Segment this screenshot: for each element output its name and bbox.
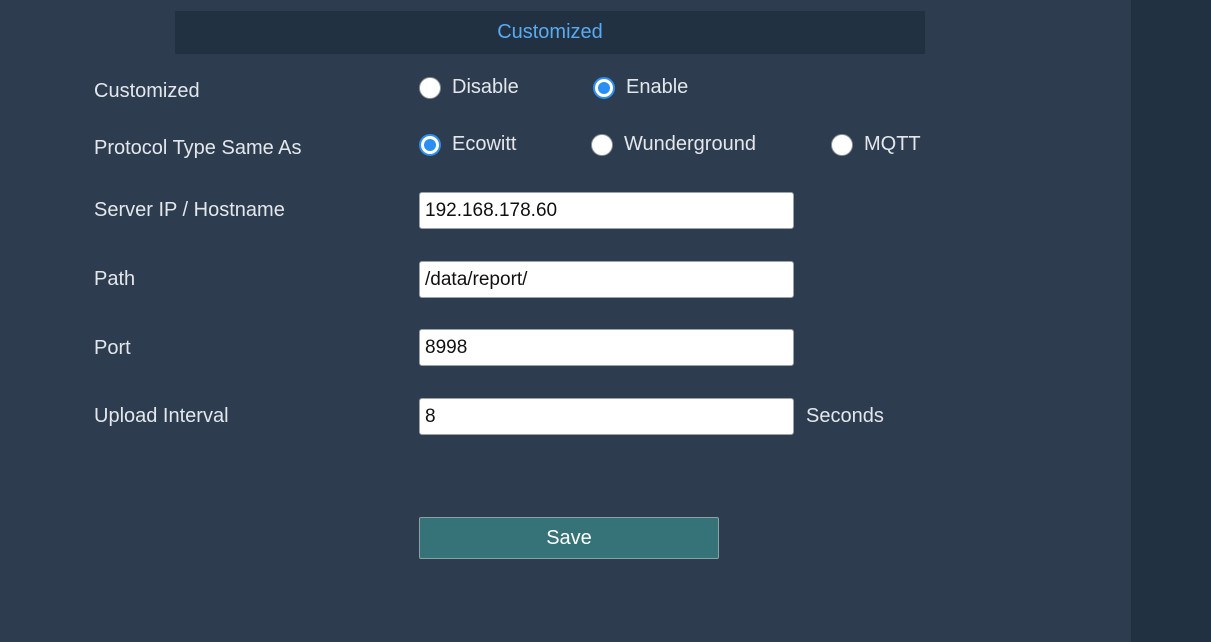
- section-title: Customized: [497, 21, 603, 43]
- protocol-ecowitt-label: Ecowitt: [452, 133, 517, 155]
- customized-enable-option[interactable]: Enable: [593, 76, 688, 99]
- protocol-mqtt-radio[interactable]: [831, 133, 853, 156]
- protocol-label: Protocol Type Same As: [94, 137, 302, 159]
- protocol-wunderground-label: Wunderground: [624, 133, 756, 155]
- protocol-mqtt-label: MQTT: [864, 133, 921, 155]
- interval-label: Upload Interval: [94, 405, 229, 427]
- protocol-ecowitt-option[interactable]: Ecowitt: [419, 133, 516, 156]
- customized-enable-label: Enable: [626, 76, 689, 98]
- customized-disable-radio[interactable]: [419, 76, 441, 99]
- interval-input[interactable]: [419, 398, 794, 435]
- customized-disable-option[interactable]: Disable: [419, 76, 519, 99]
- server-label: Server IP / Hostname: [94, 199, 285, 221]
- path-label: Path: [94, 268, 136, 290]
- server-input[interactable]: [419, 192, 794, 229]
- save-button[interactable]: Save: [419, 517, 719, 559]
- protocol-mqtt-option[interactable]: MQTT: [831, 133, 921, 156]
- section-header: Customized: [175, 11, 925, 54]
- customized-label: Customized: [94, 80, 200, 102]
- path-input[interactable]: [419, 261, 794, 298]
- protocol-wunderground-option[interactable]: Wunderground: [591, 133, 756, 156]
- customized-enable-radio[interactable]: [593, 76, 615, 99]
- protocol-ecowitt-radio[interactable]: [419, 133, 441, 156]
- customized-disable-label: Disable: [452, 76, 519, 98]
- interval-unit: Seconds: [806, 405, 884, 427]
- port-label: Port: [94, 337, 131, 359]
- protocol-wunderground-radio[interactable]: [591, 133, 613, 156]
- port-input[interactable]: [419, 329, 794, 366]
- right-side-strip: [1131, 0, 1211, 642]
